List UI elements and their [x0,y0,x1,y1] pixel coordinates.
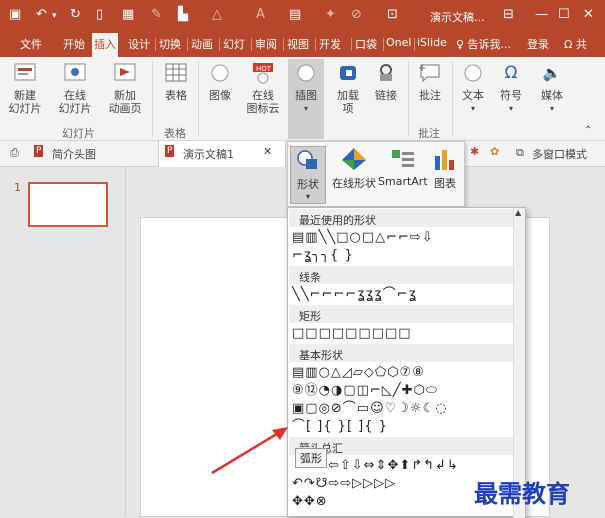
annotation-arrow [211,427,288,475]
watermark: 最需教育 [474,479,570,508]
